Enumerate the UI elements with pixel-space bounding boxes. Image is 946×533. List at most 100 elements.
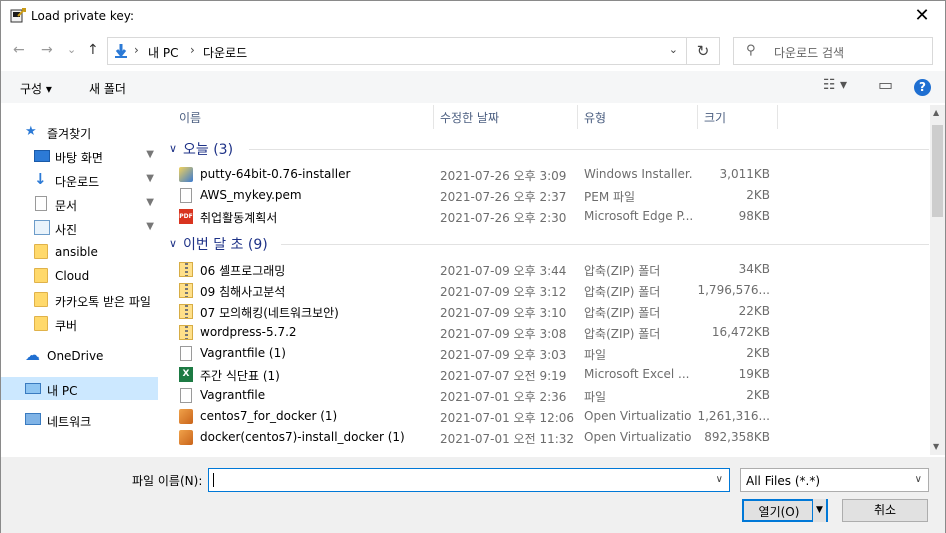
open-button[interactable]: 열기(O) ▼ [742, 499, 828, 522]
new-folder-button[interactable]: 새 폴더 [89, 80, 126, 97]
table-row[interactable]: 07 모의해킹(네트워크보안) 2021-07-09 오후 3:10 압축(ZI… [161, 301, 931, 322]
navigation-bar: ← → ⌄ ↑ › 내 PC › 다운로드 ⌄ ↻ ⚲ 다운로드 검색 [1, 34, 945, 68]
file-date: 2021-07-09 오후 3:44 [440, 264, 567, 278]
file-type: Open Virtualizatio... [584, 430, 692, 444]
close-button[interactable]: ✕ [899, 1, 945, 32]
column-divider[interactable] [433, 105, 434, 129]
refresh-button[interactable]: ↻ [687, 37, 720, 65]
group-label: 오늘 (3) [183, 142, 234, 158]
zip-folder-icon [179, 304, 193, 319]
pin-icon: ▼ [146, 173, 154, 184]
scroll-up-icon[interactable]: ▲ [933, 108, 939, 117]
chevron-down-icon: ∨ [169, 142, 178, 155]
navigation-pane: ★ 즐겨찾기 바탕 화면 ▼ ↓ 다운로드 ▼ 문서 ▼ 사진 ▼ ansibl… [1, 105, 161, 455]
table-row[interactable]: Vagrantfile (1) 2021-07-09 오후 3:03 파일 2K… [161, 343, 931, 364]
view-options-icon[interactable]: ☷ ▾ [823, 77, 847, 93]
table-row[interactable]: PDF 취업활동계획서 2021-07-26 오후 2:30 Microsoft… [161, 206, 931, 227]
table-row[interactable]: Vagrantfile 2021-07-01 오후 2:36 파일 2KB [161, 385, 931, 406]
column-divider[interactable] [697, 105, 698, 129]
sidebar-item-downloads[interactable]: ↓ 다운로드 ▼ [1, 168, 158, 191]
file-date: 2021-07-09 오후 3:10 [440, 306, 567, 320]
column-header-name[interactable]: 이름 [179, 109, 201, 126]
address-bar[interactable]: › 내 PC › 다운로드 ⌄ [107, 37, 687, 65]
group-header-earlier-this-month[interactable]: ∨ 이번 달 초 (9) [169, 234, 929, 254]
forward-arrow-icon[interactable]: → [41, 42, 53, 58]
column-header-size[interactable]: 크기 [704, 109, 726, 126]
table-row[interactable]: AWS_mykey.pem 2021-07-26 오후 2:37 PEM 파일 … [161, 185, 931, 206]
sidebar-item-label: 카카오톡 받은 파일 [55, 295, 151, 309]
sidebar-item-onedrive[interactable]: ☁ OneDrive [1, 344, 158, 367]
group-divider [281, 244, 929, 245]
back-arrow-icon[interactable]: ← [13, 42, 25, 58]
cancel-button[interactable]: 취소 [842, 499, 928, 522]
column-divider[interactable] [777, 105, 778, 129]
sidebar-item-kakaotalk[interactable]: 카카오톡 받은 파일 [1, 288, 158, 311]
table-row[interactable]: docker(centos7)-install_docker (1) 2021-… [161, 427, 931, 448]
file-type-filter[interactable]: All Files (*.*) ∨ [740, 468, 929, 492]
sidebar-item-label: 바탕 화면 [55, 151, 103, 165]
file-type: 파일 [584, 348, 607, 362]
sidebar-item-pictures[interactable]: 사진 ▼ [1, 216, 158, 239]
help-icon[interactable]: ? [914, 79, 931, 96]
group-divider [249, 149, 929, 150]
file-type: 압축(ZIP) 폴더 [584, 306, 661, 320]
table-row[interactable]: 09 침해사고분석 2021-07-09 오후 3:12 압축(ZIP) 폴더 … [161, 280, 931, 301]
zip-folder-icon [179, 325, 193, 340]
sidebar-item-desktop[interactable]: 바탕 화면 ▼ [1, 144, 158, 167]
file-name: Vagrantfile (1) [200, 346, 286, 360]
sidebar-item-network[interactable]: 네트워크 [1, 408, 158, 431]
table-row[interactable]: X 주간 식단표 (1) 2021-07-07 오전 9:19 Microsof… [161, 364, 931, 385]
pc-icon [25, 383, 41, 394]
column-divider[interactable] [577, 105, 578, 129]
file-size: 2KB [746, 346, 770, 360]
chevron-down-icon: ∨ [169, 237, 178, 250]
chevron-down-icon[interactable]: ∨ [716, 474, 723, 485]
title-bar: Load private key: ✕ [1, 1, 945, 32]
sidebar-item-cloud[interactable]: Cloud [1, 264, 158, 287]
table-row[interactable]: 06 셸프로그래밍 2021-07-09 오후 3:44 압축(ZIP) 폴더 … [161, 259, 931, 280]
preview-pane-icon[interactable]: ▭ [878, 75, 893, 94]
putty-key-icon [10, 8, 26, 23]
breadcrumb-downloads[interactable]: 다운로드 [203, 44, 247, 61]
scrollbar-thumb[interactable] [932, 125, 943, 217]
chevron-down-icon[interactable]: ⌄ [669, 43, 678, 56]
sidebar-item-ansible[interactable]: ansible [1, 240, 158, 263]
file-icon [180, 388, 192, 403]
column-header-date[interactable]: 수정한 날짜 [440, 109, 499, 126]
file-size: 98KB [738, 209, 770, 223]
file-name: 07 모의해킹(네트워크보안) [200, 306, 339, 320]
recent-locations-icon[interactable]: ⌄ [67, 43, 76, 56]
table-row[interactable]: putty-64bit-0.76-installer 2021-07-26 오후… [161, 164, 931, 185]
table-row[interactable]: centos7_for_docker (1) 2021-07-01 오후 12:… [161, 406, 931, 427]
sidebar-item-kuber[interactable]: 쿠버 [1, 312, 158, 335]
chevron-down-icon: ∨ [914, 474, 922, 485]
sidebar-item-my-pc[interactable]: 내 PC [1, 377, 158, 400]
file-type: Microsoft Edge P... [584, 209, 692, 223]
zip-folder-icon [179, 283, 193, 298]
vertical-scrollbar[interactable]: ▲ ▼ [930, 105, 945, 455]
filename-label: 파일 이름(N): [132, 474, 203, 488]
pictures-icon [34, 220, 50, 235]
search-input[interactable]: 다운로드 검색 [774, 44, 844, 61]
sidebar-item-label: 사진 [55, 223, 78, 237]
sidebar-item-documents[interactable]: 문서 ▼ [1, 192, 158, 215]
file-name: Vagrantfile [200, 388, 266, 402]
open-options-dropdown-icon[interactable]: ▼ [812, 499, 826, 522]
file-name: 09 침해사고분석 [200, 285, 286, 299]
scroll-down-icon[interactable]: ▼ [933, 442, 939, 451]
column-header-type[interactable]: 유형 [584, 109, 606, 126]
sidebar-item-quick-access[interactable]: ★ 즐겨찾기 [1, 120, 158, 143]
sidebar-item-label: Cloud [55, 269, 90, 283]
file-name: 취업활동계획서 [200, 211, 278, 225]
file-name: 주간 식단표 (1) [200, 369, 280, 383]
document-icon [35, 196, 47, 211]
up-arrow-icon[interactable]: ↑ [87, 42, 99, 58]
group-header-today[interactable]: ∨ 오늘 (3) [169, 139, 929, 159]
search-box[interactable]: ⚲ 다운로드 검색 [733, 37, 933, 65]
organize-menu[interactable]: 구성 ▾ [20, 80, 52, 97]
table-row[interactable]: wordpress-5.7.2 2021-07-09 오후 3:08 압축(ZI… [161, 322, 931, 343]
breadcrumb-my-pc[interactable]: 내 PC [148, 44, 178, 61]
file-type: 압축(ZIP) 폴더 [584, 264, 661, 278]
file-icon [180, 188, 192, 203]
filename-field[interactable]: ∨ [208, 468, 730, 492]
